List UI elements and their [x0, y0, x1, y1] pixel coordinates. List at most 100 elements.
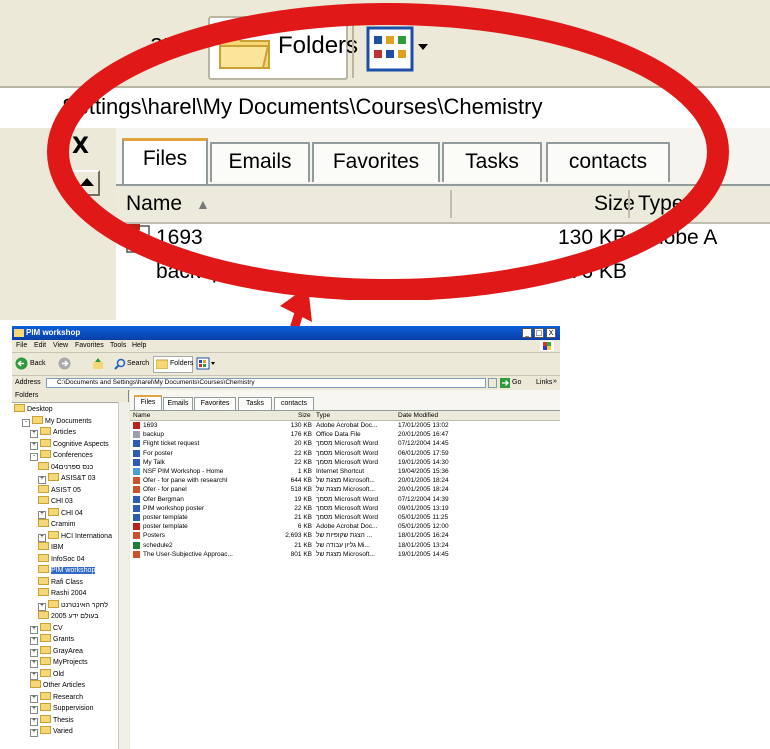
expand-icon[interactable]: + [30, 430, 38, 438]
file-icon-cell [133, 523, 142, 531]
expand-icon[interactable]: + [30, 637, 38, 645]
forward-arrow-icon[interactable] [58, 357, 71, 370]
maximize-button[interactable]: □ [534, 328, 544, 338]
file-name: schedule2 [143, 541, 173, 549]
file-row[interactable]: The User-Subjective Approac... 801 KB מצגת… [130, 550, 560, 559]
collapse-icon[interactable]: - [30, 453, 38, 461]
title-bar[interactable]: PIM workshop _ □ X [12, 326, 560, 340]
folder-tree-item[interactable]: Rafi Class [38, 576, 83, 586]
expand-icon[interactable]: + [38, 476, 46, 484]
up-folder-icon[interactable] [92, 357, 104, 370]
folder-tree-item[interactable]: Desktop [14, 404, 53, 413]
go-arrow-icon[interactable] [500, 378, 510, 388]
folder-tree-item[interactable]: + CV [30, 622, 63, 634]
file-row[interactable]: Ofer - for panel 518 KB מצגת של Microsoft.… [130, 485, 560, 494]
file-row[interactable]: Posters 2,693 KB הצגת שקופיות של ... 18/01/… [130, 531, 560, 540]
folder-tree-item[interactable]: CHI 03 [38, 496, 73, 505]
folder-tree-item[interactable]: + Research [30, 691, 83, 703]
folder-tree-item[interactable]: + CHI 04 [38, 507, 83, 519]
close-button[interactable]: X [546, 328, 556, 338]
back-arrow-icon[interactable] [15, 357, 28, 370]
expand-icon[interactable]: + [30, 694, 38, 703]
toolbar: Back Search Folders [12, 353, 560, 376]
folder-tree-item[interactable]: - Conferences [30, 450, 93, 461]
file-row[interactable]: My Talk 22 KB מסמך Microsoft Word 19/01/200… [130, 458, 560, 467]
tab-files[interactable]: Files [134, 395, 162, 410]
address-dropdown-icon[interactable] [488, 378, 497, 388]
expand-icon[interactable]: + [30, 729, 38, 737]
file-row[interactable]: Ofer - for pane with researchl 644 KB מצגת… [130, 476, 560, 485]
folder-tree-item[interactable]: Cramim [38, 519, 76, 528]
col-date[interactable]: Date Modified [398, 412, 438, 419]
expand-icon[interactable]: + [30, 717, 38, 726]
go-label[interactable]: Go [512, 379, 521, 386]
views-icon[interactable] [196, 357, 216, 370]
search-label[interactable]: Search [127, 360, 149, 367]
col-type[interactable]: Type [316, 412, 330, 419]
file-icon-cell [133, 550, 142, 559]
folder-tree-item[interactable]: + Grants [30, 634, 74, 645]
links-more[interactable]: » [553, 378, 557, 385]
col-name[interactable]: Name [133, 412, 150, 419]
folder-tree-item[interactable]: PIM workshop [38, 565, 96, 574]
folder-tree-item[interactable]: + HCI Internationa [38, 530, 112, 542]
expand-icon[interactable]: + [38, 602, 46, 611]
collapse-icon[interactable]: - [22, 418, 30, 427]
folder-tree-item[interactable]: + Articles [30, 427, 76, 438]
menu-file[interactable]: File [16, 342, 27, 349]
col-size[interactable]: Size [298, 412, 311, 419]
menu-edit[interactable]: Edit [34, 342, 46, 349]
minimize-button[interactable]: _ [522, 328, 532, 338]
folder-tree-item[interactable]: + Cognitive Aspects [30, 438, 109, 450]
folder-tree-item[interactable]: - My Documents [22, 415, 92, 427]
menu-favorites[interactable]: Favorites [75, 342, 104, 349]
folder-tree-item[interactable]: + GrayArea [30, 645, 83, 657]
file-row[interactable]: schedule2 21 KB גליון עבודה של Mi... 18/01/… [130, 541, 560, 550]
menu-view[interactable]: View [53, 342, 68, 349]
file-row[interactable]: For poster 22 KB מסמך Microsoft Word 06/01/… [130, 449, 560, 458]
file-row[interactable]: backup 176 KB Office Data File 20/01/2005 1… [130, 430, 560, 439]
back-label[interactable]: Back [30, 360, 46, 367]
folder-tree-item[interactable]: + Varied [30, 726, 73, 737]
menu-help[interactable]: Help [132, 342, 146, 349]
expand-icon[interactable]: + [30, 441, 38, 450]
file-row[interactable]: 1693 130 KB Adobe Acrobat Doc... 17/01/2005… [130, 421, 560, 430]
file-row[interactable]: PIM workshop poster 22 KB מסמך Microsoft W… [130, 504, 560, 513]
folder-tree-item[interactable]: Other Articles [30, 680, 85, 689]
folders-scrollbar[interactable] [118, 402, 129, 749]
search-icon[interactable] [114, 358, 126, 370]
expand-icon[interactable]: + [38, 510, 46, 519]
folder-tree-item[interactable]: כנס ספרנים04 [38, 461, 93, 471]
folders-button[interactable]: Folders [153, 356, 193, 373]
folder-tree-item[interactable]: + Suppervision [30, 703, 93, 714]
tab-tasks[interactable]: Tasks [238, 397, 272, 410]
folder-tree-item[interactable]: ASIST 05 [38, 484, 81, 494]
folder-tree-item[interactable]: InfoSoc 04 [38, 553, 84, 563]
file-row[interactable]: Flight ticket request 20 KB מסמך Microsoft… [130, 439, 560, 448]
expand-icon[interactable]: + [30, 671, 38, 680]
folder-tree-item[interactable]: + Old [30, 668, 64, 680]
expand-icon[interactable]: + [30, 648, 38, 657]
folder-tree-item[interactable]: Rashi 2004 [38, 588, 86, 597]
tab-favorites[interactable]: Favorites [194, 397, 236, 410]
expand-icon[interactable]: + [30, 660, 38, 668]
links-label[interactable]: Links [536, 379, 552, 386]
folder-tree-item[interactable]: + Thesis [30, 714, 74, 726]
folder-tree-item[interactable]: + לחקר האינטרנט [38, 599, 108, 611]
file-row[interactable]: Ofer Bergman 19 KB מסמך Microsoft Word 07/1… [130, 495, 560, 504]
folder-tree-item[interactable]: + MyProjects [30, 657, 88, 668]
expand-icon[interactable]: + [30, 706, 38, 714]
folder-tree-item[interactable]: IBM [38, 542, 63, 551]
file-row[interactable]: poster template 21 KB מסמך Microsoft Word 0… [130, 513, 560, 522]
tab-contacts[interactable]: contacts [274, 397, 314, 410]
file-row[interactable]: poster template 6 KB Adobe Acrobat Doc... 0… [130, 522, 560, 531]
address-input[interactable]: C:\Documents and Settings\harel\My Docum… [46, 378, 486, 388]
folder-tree-item[interactable]: בעולם ידע 2005 [38, 611, 99, 620]
menu-tools[interactable]: Tools [110, 342, 126, 349]
file-row[interactable]: NSF PIM Workshop - Home 1 KB Internet Shor… [130, 467, 560, 476]
expand-icon[interactable]: + [30, 625, 38, 634]
file-date: 19/01/2005 14:30 [398, 458, 449, 466]
folder-tree-item[interactable]: + ASIS&T 03 [38, 473, 96, 484]
tab-emails[interactable]: Emails [163, 397, 193, 410]
expand-icon[interactable]: + [38, 533, 46, 542]
